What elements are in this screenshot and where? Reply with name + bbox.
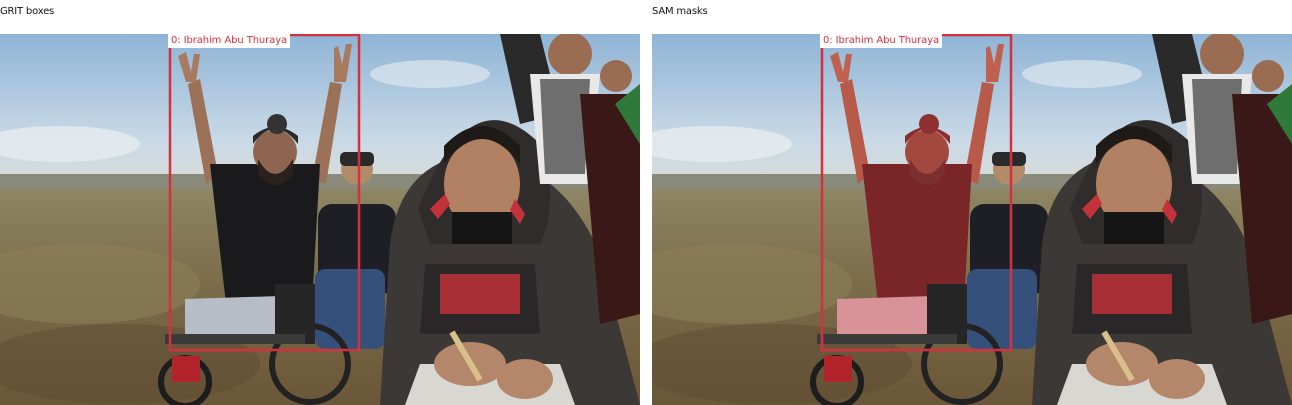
cloud [370,60,490,88]
sam-box-label: 0: Ibrahim Abu Thuraya [820,34,943,48]
grit-box-label: 0: Ibrahim Abu Thuraya [168,34,291,48]
cloud [1022,60,1142,88]
photo-panel-grit [0,34,640,405]
panel-title-sam-masks: SAM masks [652,6,708,17]
photo-panel-sam [652,34,1292,405]
panel-title-grit-boxes: GRIT boxes [0,6,55,17]
photo-scene-grit [0,34,640,405]
photo-scene-sam [652,34,1292,405]
